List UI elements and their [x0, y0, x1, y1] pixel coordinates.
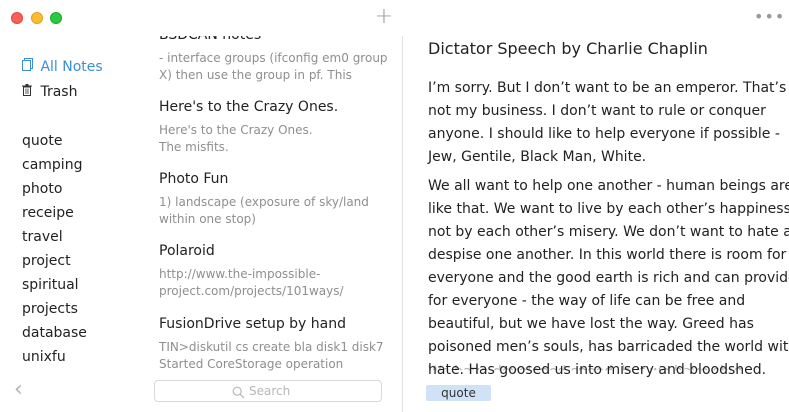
- note-item[interactable]: Polaroid http://www.the-impossible-proje…: [159, 241, 395, 300]
- search-input[interactable]: [249, 382, 369, 400]
- search-icon: [232, 384, 246, 399]
- note-snippet: http://www.the-impossible-project.com/pr…: [159, 267, 344, 298]
- sidebar-tag[interactable]: photo: [22, 177, 87, 201]
- note-heading: Dictator Speech by Charlie Chaplin: [428, 39, 708, 58]
- sidebar: All Notes Trash quote camping photo rece…: [0, 36, 136, 412]
- close-window-button[interactable]: [11, 12, 23, 24]
- sidebar-tag[interactable]: quote: [22, 129, 87, 153]
- sidebar-tag[interactable]: camping: [22, 153, 87, 177]
- note-tag-chip[interactable]: quote: [426, 385, 491, 401]
- note-snippet: TIN>diskutil cs create bla disk1 disk7 St…: [159, 340, 384, 371]
- notes-icon: [22, 57, 36, 77]
- note-title: FusionDrive setup by hand: [159, 316, 346, 332]
- back-button[interactable]: ‹: [14, 378, 30, 402]
- note-title: BSDCAN notes: [159, 36, 395, 45]
- note-list: BSDCAN notes - interface groups (ifconfi…: [136, 36, 402, 412]
- sidebar-tag[interactable]: unixfu: [22, 345, 87, 369]
- note-item[interactable]: FusionDrive setup by hand TIN>diskutil c…: [159, 314, 395, 373]
- sidebar-tag[interactable]: projects: [22, 297, 87, 321]
- search-box[interactable]: [154, 380, 382, 402]
- title-bar: + •••: [0, 0, 789, 36]
- note-item[interactable]: Photo Fun 1) landscape (exposure of sky/…: [159, 169, 395, 228]
- zoom-window-button[interactable]: [50, 12, 62, 24]
- paragraph: We all want to help one another - human …: [428, 178, 789, 378]
- note-snippet: - interface groups (ifconfig em0 group X)…: [159, 51, 388, 82]
- note-title: Here's to the Crazy Ones.: [159, 99, 339, 115]
- paragraph: I’m sorry. But I don’t want to be an emp…: [428, 80, 787, 165]
- sidebar-item-label: All Notes: [40, 59, 103, 75]
- sidebar-tag[interactable]: spiritual: [22, 273, 87, 297]
- note-item[interactable]: BSDCAN notes - interface groups (ifconfi…: [159, 36, 395, 84]
- note-title: Polaroid: [159, 243, 215, 259]
- note-item[interactable]: Here's to the Crazy Ones. Here's to the …: [159, 97, 395, 156]
- tag-list: quote camping photo receipe travel proje…: [22, 129, 87, 369]
- trash-icon: [22, 82, 36, 102]
- note-editor[interactable]: Dictator Speech by Charlie Chaplin I’m s…: [403, 36, 789, 412]
- sidebar-item-all-notes[interactable]: All Notes: [22, 57, 103, 77]
- note-snippet: Here's to the Crazy Ones. The misfits.: [159, 123, 313, 154]
- sidebar-item-trash[interactable]: Trash: [22, 82, 77, 102]
- sidebar-tag[interactable]: travel: [22, 225, 87, 249]
- sidebar-tag[interactable]: database: [22, 321, 87, 345]
- sidebar-tag[interactable]: receipe: [22, 201, 87, 225]
- note-title: Photo Fun: [159, 171, 229, 187]
- sidebar-tag[interactable]: project: [22, 249, 87, 273]
- notes-app-window: + ••• All Notes Trash quote camping phot…: [0, 0, 789, 412]
- note-snippet: 1) landscape (exposure of sky/land within…: [159, 195, 369, 226]
- sidebar-item-label: Trash: [40, 84, 78, 100]
- more-options-button[interactable]: •••: [754, 9, 784, 25]
- new-note-button[interactable]: +: [374, 6, 394, 28]
- minimize-window-button[interactable]: [31, 12, 43, 24]
